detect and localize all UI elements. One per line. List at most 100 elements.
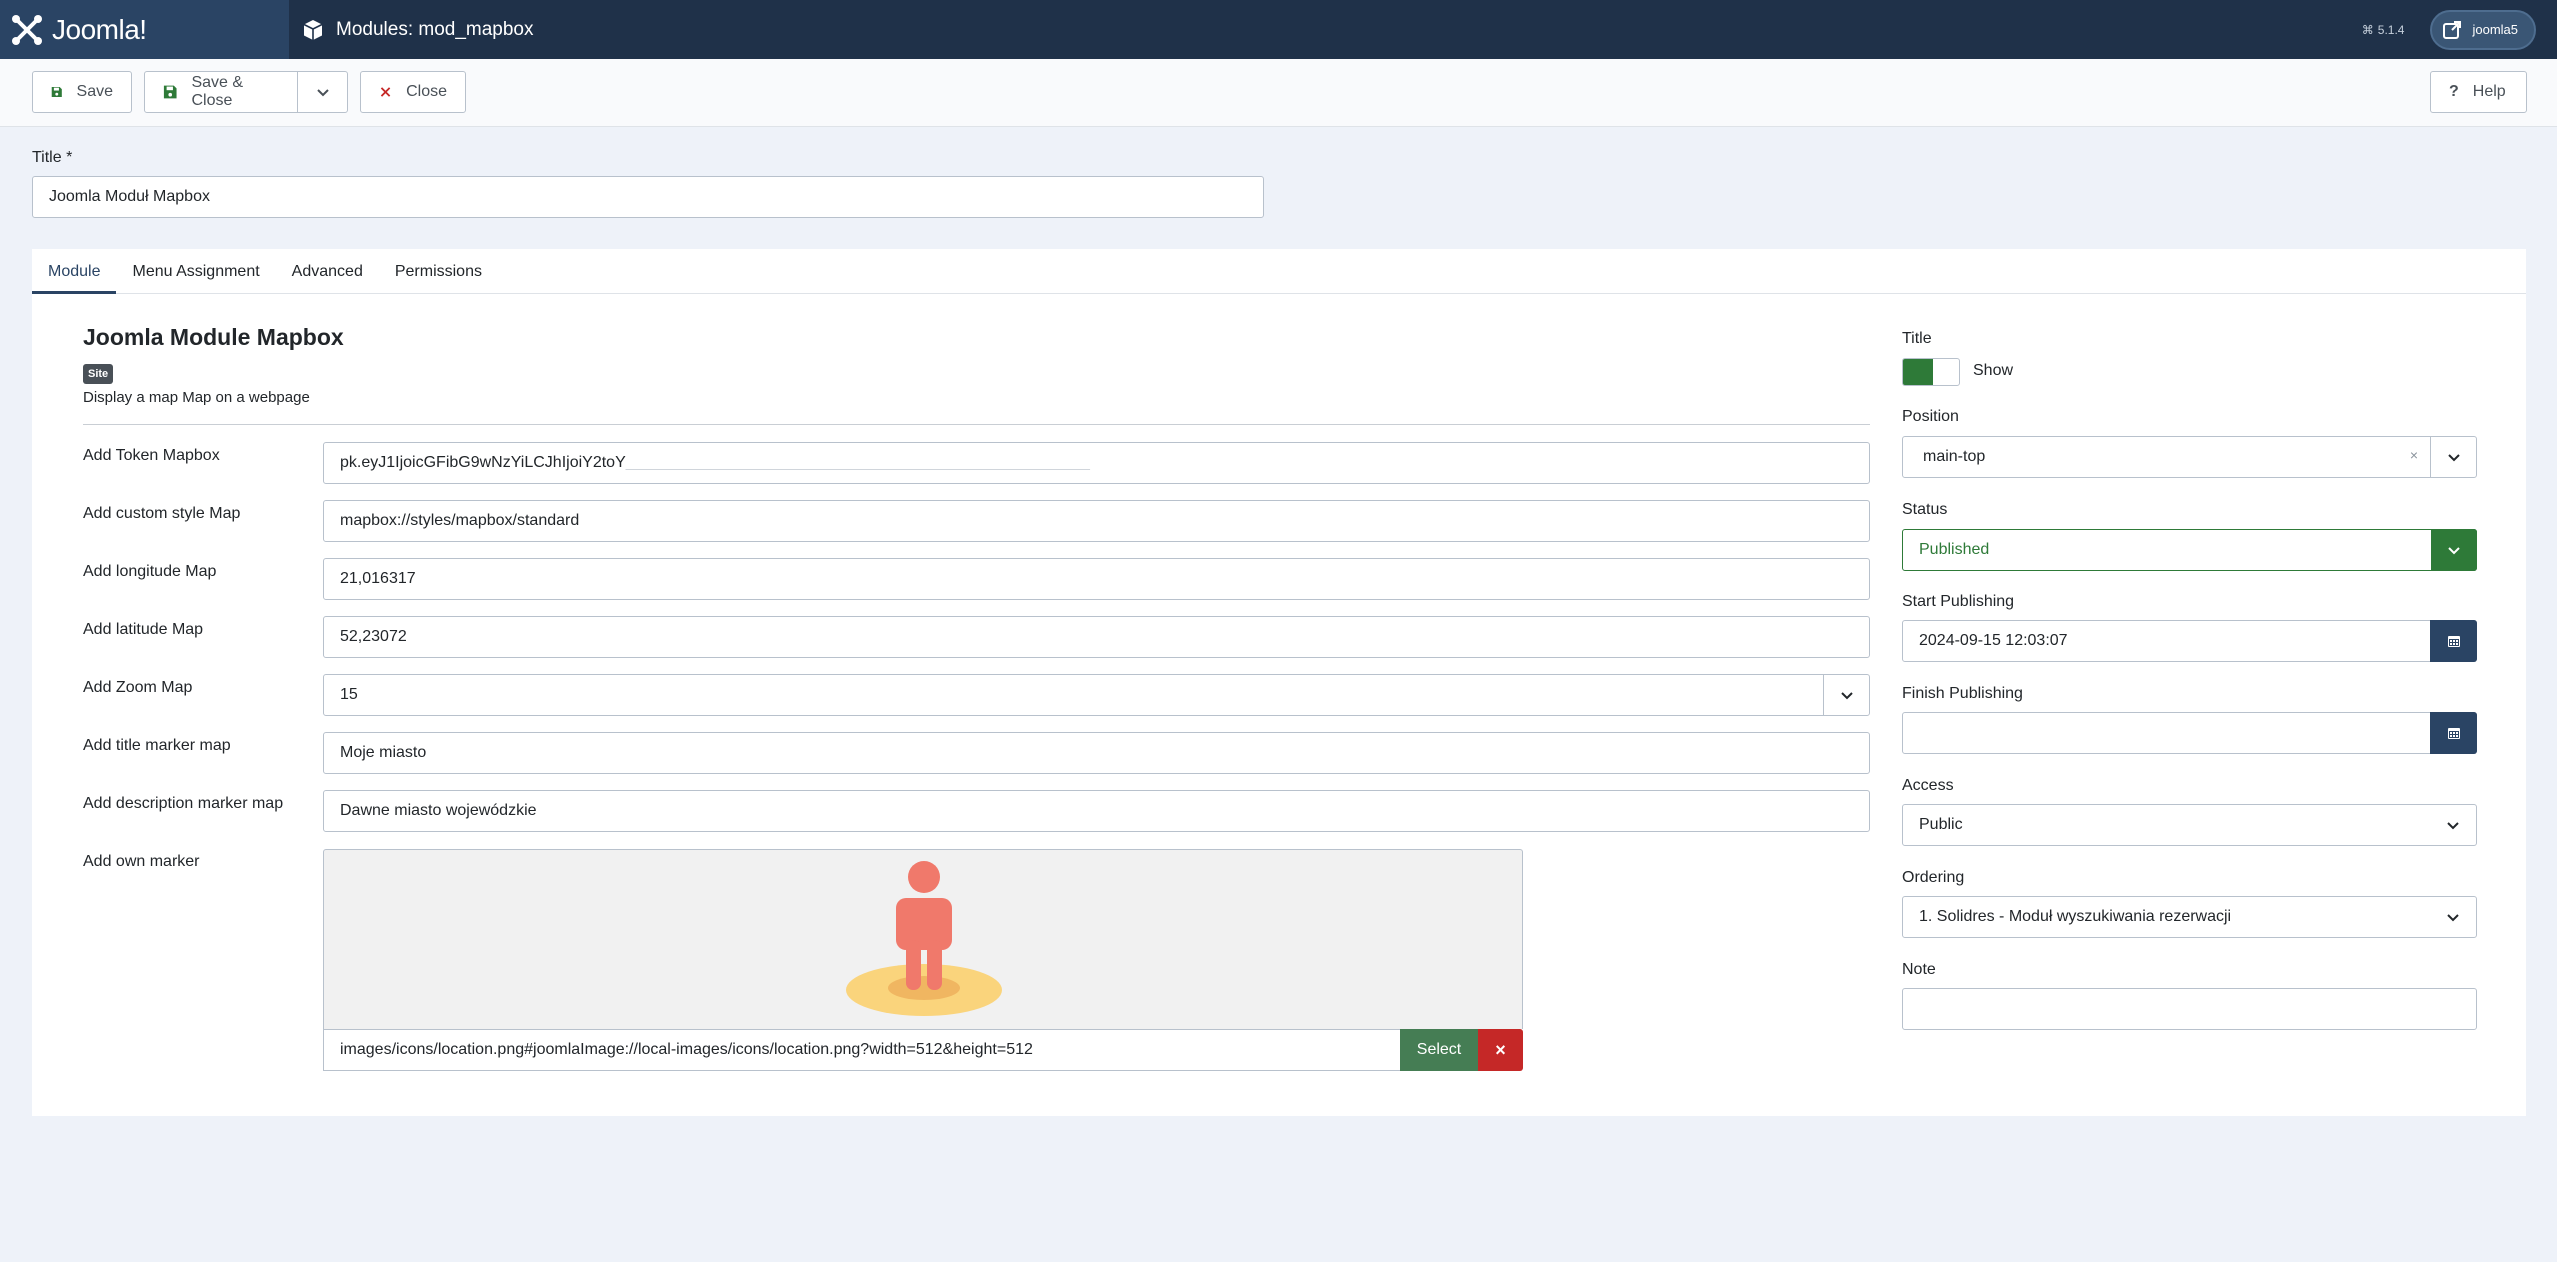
chevron-down-icon [2447, 454, 2460, 462]
latitude-input[interactable]: 52,23072 [323, 616, 1870, 658]
status-value: Published [1919, 541, 1990, 558]
position-clear-icon[interactable]: × [2410, 447, 2418, 463]
save-close-label: Save & Close [191, 74, 244, 109]
latitude-label: Add latitude Map [83, 621, 204, 638]
tab-menu-assignment[interactable]: Menu Assignment [116, 249, 275, 294]
title-input[interactable]: Joomla Moduł Mapbox [32, 176, 1264, 218]
note-input[interactable] [1902, 988, 2477, 1030]
token-label: Add Token Mapbox [83, 447, 220, 464]
joomla-logo-icon [12, 14, 42, 45]
version-text: 5.1.4 [2377, 22, 2405, 37]
save-close-button[interactable]: Save & Close [144, 71, 298, 113]
zoom-value: 15 [340, 686, 358, 703]
ordering-label: Ordering [1902, 869, 1965, 886]
access-label: Access [1902, 777, 1954, 794]
position-caret[interactable] [2430, 437, 2476, 477]
close-label: Close [406, 83, 447, 100]
marker-path-input[interactable]: images/icons/location.png#joomlaImage://… [323, 1029, 1401, 1071]
question-icon: ? [2449, 83, 2459, 100]
toolbar: Save Save & Close Close ? Help [0, 59, 2557, 127]
external-link-icon [2443, 20, 2462, 39]
start-calendar-button[interactable] [2430, 620, 2477, 662]
access-value: Public [1919, 816, 1963, 833]
toggle-on-state [1903, 359, 1933, 385]
status-caret [2431, 529, 2477, 571]
ordering-caret [2430, 897, 2476, 937]
style-input[interactable]: mapbox://styles/mapbox/standard [323, 500, 1870, 542]
save-button[interactable]: Save [32, 71, 132, 113]
zoom-select[interactable]: 15 [323, 674, 1870, 716]
token-redacted: ________________________________________… [625, 454, 1090, 471]
access-select[interactable]: Public [1902, 804, 2477, 846]
chevron-down-icon [2447, 822, 2459, 830]
location-person-icon [846, 861, 1002, 1016]
ordering-value: 1. Solidres - Moduł wyszukiwania rezerwa… [1919, 908, 2232, 925]
tab-module[interactable]: Module [32, 249, 117, 294]
close-x-icon [380, 87, 391, 97]
ordering-select[interactable]: 1. Solidres - Moduł wyszukiwania rezerwa… [1902, 896, 2477, 938]
brand[interactable]: Joomla! [0, 0, 289, 59]
module-panel: Joomla Module Mapbox Site Display a map … [32, 294, 2526, 1116]
zoom-label: Add Zoom Map [83, 679, 193, 696]
close-button[interactable]: Close [360, 71, 466, 113]
marker-image-label: Add own marker [83, 853, 200, 870]
page-title-text: Modules: mod_mapbox [336, 18, 534, 40]
marker-title-label: Add title marker map [83, 737, 231, 754]
chevron-down-icon [2447, 914, 2459, 922]
help-button[interactable]: ? Help [2430, 71, 2527, 113]
start-publishing-input[interactable]: 2024-09-15 12:03:07 [1902, 620, 2477, 662]
select-image-button[interactable]: Select [1400, 1029, 1478, 1071]
clear-image-button[interactable]: × [1478, 1029, 1523, 1071]
marker-preview [323, 849, 1523, 1029]
chevron-down-icon [1840, 692, 1853, 700]
finish-calendar-button[interactable] [2430, 712, 2477, 754]
help-label: Help [2472, 83, 2506, 100]
show-title-label: Title [1902, 330, 1932, 347]
calendar-icon [2447, 636, 2460, 647]
chevron-down-icon [2448, 547, 2460, 555]
tab-permissions[interactable]: Permissions [379, 249, 498, 294]
style-label: Add custom style Map [83, 505, 241, 522]
title-label: Title * [32, 149, 73, 166]
chevron-down-icon [316, 89, 329, 97]
tab-advanced[interactable]: Advanced [276, 249, 379, 294]
save-options-dropdown[interactable] [297, 71, 348, 113]
zoom-caret [1823, 675, 1869, 715]
page-title: Modules: mod_mapbox [302, 19, 534, 41]
status-label: Status [1902, 501, 1948, 518]
token-input[interactable]: pk.eyJ1IjoicGFibG9wNzYiLCJhIjoiY2toY ___… [323, 442, 1870, 484]
start-publishing-value: 2024-09-15 12:03:07 [1919, 632, 2068, 649]
module-heading: Joomla Module Mapbox [83, 324, 344, 350]
cube-icon [303, 19, 323, 40]
floppy-icon [51, 86, 62, 98]
access-caret [2430, 805, 2476, 845]
brand-name: Joomla! [52, 13, 147, 45]
marker-desc-label: Add description marker map [83, 795, 284, 812]
marker-title-input[interactable]: Moje miasto [323, 732, 1870, 774]
floppy-icon [163, 85, 177, 99]
note-label: Note [1902, 961, 1936, 978]
longitude-input[interactable]: 21,016317 [323, 558, 1870, 600]
finish-publishing-input[interactable] [1902, 712, 2477, 754]
show-title-state: Show [1973, 362, 2014, 379]
module-description: Display a map Map on a webpage [83, 389, 310, 406]
longitude-label: Add longitude Map [83, 563, 217, 580]
show-title-toggle[interactable] [1902, 358, 1960, 386]
joomla-small-icon: ⌘ [2361, 22, 2374, 37]
view-site-button[interactable]: joomla5 [2430, 9, 2536, 50]
start-publishing-label: Start Publishing [1902, 593, 2015, 610]
top-header: Joomla! Modules: mod_mapbox ⌘ 5.1.4 joom… [0, 0, 2557, 59]
marker-desc-input[interactable]: Dawne miasto wojewódzkie [323, 790, 1870, 832]
site-name: joomla5 [2472, 22, 2518, 37]
divider [83, 424, 1870, 425]
finish-publishing-label: Finish Publishing [1902, 685, 2023, 702]
token-value: pk.eyJ1IjoicGFibG9wNzYiLCJhIjoiY2toY [340, 454, 626, 471]
status-select[interactable]: Published [1902, 529, 2477, 571]
site-badge: Site [83, 364, 114, 384]
position-select[interactable]: main-top × [1902, 436, 2477, 478]
version-info: ⌘ 5.1.4 [2362, 23, 2405, 37]
calendar-icon [2447, 728, 2460, 739]
tab-bar: Module Menu Assignment Advanced Permissi… [32, 249, 2526, 294]
position-label: Position [1902, 408, 1959, 425]
position-value: main-top [1923, 448, 1986, 465]
